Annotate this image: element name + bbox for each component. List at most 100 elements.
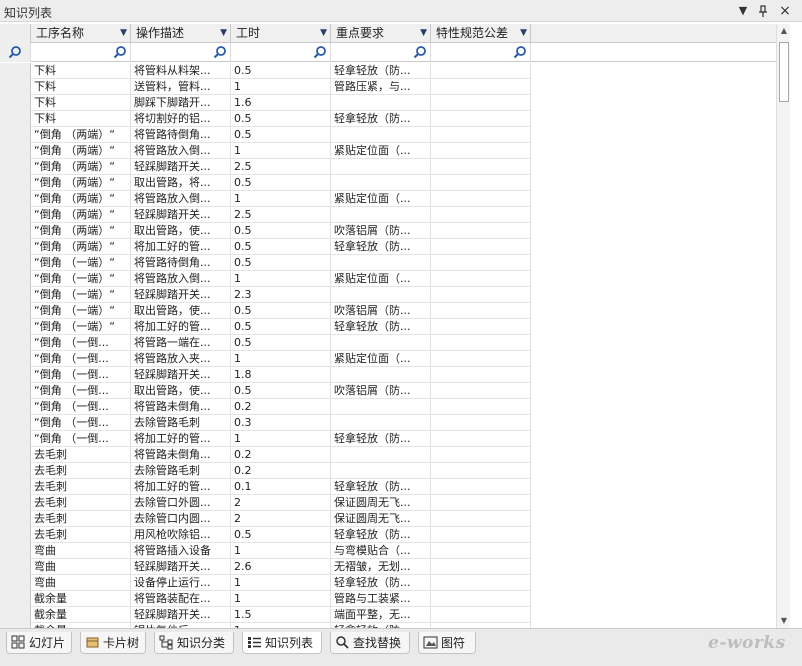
table-row[interactable]: “倒角 （两端）“轻踩脚踏开关...2.5 [0,159,531,175]
table-cell[interactable]: 2.5 [231,159,331,175]
table-row[interactable]: 截余量将管路装配在...1管路与工装紧... [0,591,531,607]
filter-cell[interactable] [331,43,431,62]
table-cell[interactable]: 截余量 [31,607,131,623]
table-cell[interactable]: 弯曲 [31,575,131,591]
table-cell[interactable] [331,367,431,383]
table-cell[interactable]: 2 [231,495,331,511]
table-cell[interactable]: 将加工好的管... [131,431,231,447]
table-cell[interactable] [431,207,531,223]
row-header[interactable] [0,607,31,623]
table-cell[interactable] [431,479,531,495]
table-cell[interactable]: 去毛刺 [31,495,131,511]
row-header[interactable] [0,351,31,367]
table-cell[interactable] [431,367,531,383]
vertical-scrollbar[interactable]: ▲ ▼ [776,24,790,628]
table-cell[interactable]: 1 [231,271,331,287]
table-cell[interactable]: 将管路未倒角... [131,399,231,415]
table-cell[interactable]: 将加工好的管... [131,319,231,335]
table-cell[interactable]: 去除管口内圆... [131,511,231,527]
row-header[interactable] [0,415,31,431]
table-cell[interactable]: 1 [231,143,331,159]
row-header[interactable] [0,303,31,319]
row-header[interactable] [0,223,31,239]
row-header[interactable] [0,95,31,111]
table-cell[interactable]: 0.5 [231,127,331,143]
table-row[interactable]: 弯曲设备停止运行...1轻拿轻放（防... [0,575,531,591]
table-cell[interactable] [431,383,531,399]
tab-classification[interactable]: 知识分类 [154,632,234,654]
table-cell[interactable]: 0.1 [231,479,331,495]
tab-symbols[interactable]: 图符 [418,632,476,654]
table-cell[interactable]: 管路与工装紧... [331,591,431,607]
table-cell[interactable]: 轻踩脚踏开关... [131,559,231,575]
table-cell[interactable]: 取出管路，使... [131,223,231,239]
row-header[interactable] [0,367,31,383]
row-header[interactable] [0,175,31,191]
table-cell[interactable]: 将管路待倒角... [131,255,231,271]
table-cell[interactable] [331,447,431,463]
row-header[interactable] [0,143,31,159]
table-row[interactable]: “倒角 （两端）“将管路放入倒...1紧贴定位面（... [0,191,531,207]
table-cell[interactable]: “倒角 （一端）“ [31,287,131,303]
table-cell[interactable]: 0.5 [231,175,331,191]
table-cell[interactable] [431,111,531,127]
table-row[interactable]: 去毛刺用风枪吹除铝...0.5轻拿轻放（防... [0,527,531,543]
table-cell[interactable] [331,127,431,143]
filter-cell[interactable] [31,43,131,62]
table-cell[interactable]: 1 [231,591,331,607]
table-cell[interactable]: 0.3 [231,415,331,431]
tab-card-tree[interactable]: 卡片树 [80,632,146,654]
table-cell[interactable]: 0.5 [231,303,331,319]
row-header[interactable] [0,447,31,463]
table-cell[interactable] [431,95,531,111]
table-cell[interactable]: 紧贴定位面（... [331,271,431,287]
table-cell[interactable]: 无褶皱，无划... [331,559,431,575]
row-header[interactable] [0,399,31,415]
table-cell[interactable]: “倒角 （两端）“ [31,239,131,255]
table-cell[interactable] [431,271,531,287]
scroll-down-icon[interactable]: ▼ [777,614,791,628]
row-header[interactable] [0,287,31,303]
row-header[interactable] [0,159,31,175]
table-cell[interactable]: 下料 [31,63,131,79]
table-cell[interactable]: 将管路插入设备 [131,543,231,559]
table-cell[interactable]: 弯曲 [31,543,131,559]
table-cell[interactable]: 去毛刺 [31,479,131,495]
table-cell[interactable]: 去毛刺 [31,511,131,527]
table-cell[interactable]: 1 [231,79,331,95]
table-cell[interactable]: “倒角 （两端）“ [31,143,131,159]
row-header[interactable] [0,431,31,447]
table-cell[interactable] [431,559,531,575]
table-cell[interactable]: “倒角 （两端）“ [31,175,131,191]
filter-dropdown-icon[interactable]: ▼ [420,24,427,43]
table-cell[interactable]: 下料 [31,111,131,127]
table-cell[interactable]: 0.2 [231,463,331,479]
pin-icon[interactable] [755,3,771,19]
table-row[interactable]: 下料将切割好的铝...0.5轻拿轻放（防... [0,111,531,127]
table-cell[interactable] [431,239,531,255]
table-cell[interactable]: “倒角 （两端）“ [31,159,131,175]
row-header[interactable] [0,271,31,287]
table-cell[interactable]: 2.3 [231,287,331,303]
table-cell[interactable]: “倒角 （两端）“ [31,223,131,239]
table-row[interactable]: “倒角 （两端）“将加工好的管...0.5轻拿轻放（防... [0,239,531,255]
table-cell[interactable]: 0.5 [231,255,331,271]
table-cell[interactable] [431,303,531,319]
table-cell[interactable]: 吹落铝屑（防... [331,223,431,239]
table-cell[interactable]: 1 [231,431,331,447]
table-cell[interactable]: 保证圆周无飞... [331,495,431,511]
row-header[interactable] [0,319,31,335]
table-cell[interactable]: 截余量 [31,591,131,607]
table-cell[interactable]: 轻踩脚踏开关... [131,207,231,223]
table-row[interactable]: “倒角 （一倒...将管路未倒角...0.2 [0,399,531,415]
table-row[interactable]: “倒角 （一倒...轻踩脚踏开关...1.8 [0,367,531,383]
search-icon[interactable] [313,45,327,59]
table-cell[interactable]: 脚踩下脚踏开... [131,95,231,111]
table-cell[interactable]: 轻拿轻放（防... [331,479,431,495]
table-cell[interactable]: “倒角 （一倒... [31,431,131,447]
row-header[interactable] [0,111,31,127]
table-cell[interactable] [431,319,531,335]
table-cell[interactable]: “倒角 （两端）“ [31,207,131,223]
table-cell[interactable]: 1.8 [231,367,331,383]
table-cell[interactable]: 紧贴定位面（... [331,191,431,207]
